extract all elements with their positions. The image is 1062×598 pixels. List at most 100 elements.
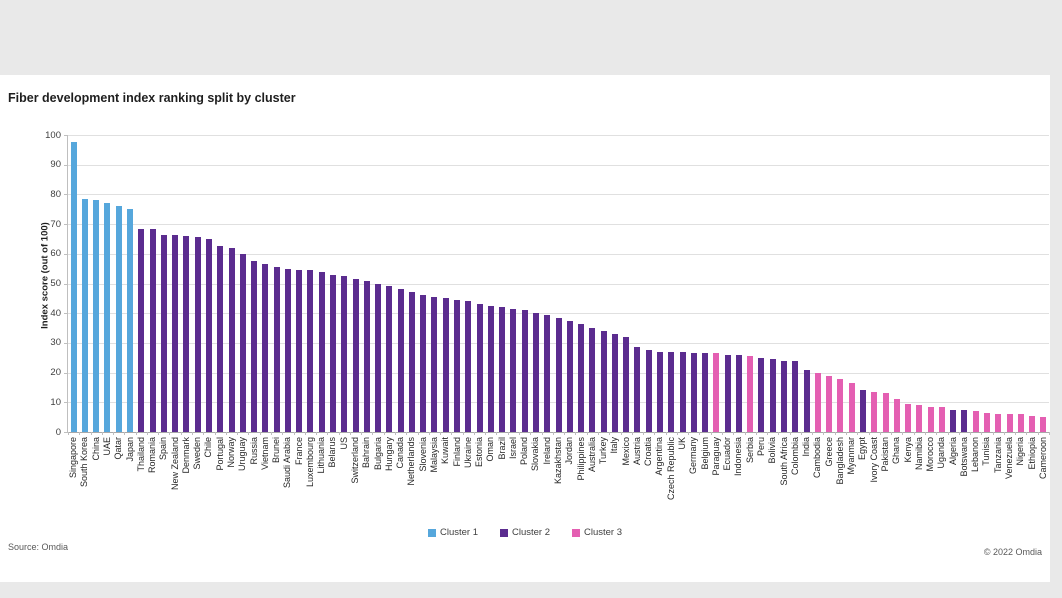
x-tick-mark	[1015, 432, 1016, 435]
x-tick-mark	[192, 432, 193, 435]
x-tick-mark	[496, 432, 497, 435]
gridline-40	[68, 313, 1049, 314]
x-tick-mark	[857, 432, 858, 435]
bar-bahrain	[364, 281, 370, 432]
x-label-kenya: Kenya	[903, 437, 913, 463]
legend-item-cluster-1: Cluster 1	[428, 527, 478, 538]
y-tick-mark-80	[64, 194, 68, 195]
x-label-czech-republic: Czech Republic	[666, 437, 676, 500]
bar-serbia	[747, 356, 753, 432]
source-note: Source: Omdia	[8, 542, 68, 552]
x-tick-mark	[666, 432, 667, 435]
bar-us	[341, 276, 347, 432]
bar-belgium	[702, 353, 708, 432]
bar-norway	[229, 248, 235, 432]
bar-nigeria	[1018, 414, 1024, 432]
y-tick-mark-60	[64, 254, 68, 255]
x-label-venezuela: Venezuela	[1004, 437, 1014, 479]
x-label-turkey: Turkey	[598, 437, 608, 464]
x-label-namibia: Namibia	[914, 437, 924, 470]
y-tick-mark-40	[64, 313, 68, 314]
x-label-luxembourg: Luxembourg	[305, 437, 315, 487]
gridline-60	[68, 254, 1049, 255]
x-tick-mark	[91, 432, 92, 435]
y-tick-label-90: 90	[31, 159, 61, 170]
x-tick-mark	[124, 432, 125, 435]
y-tick-label-100: 100	[31, 130, 61, 141]
x-tick-mark	[756, 432, 757, 435]
x-tick-mark	[654, 432, 655, 435]
x-tick-mark	[993, 432, 994, 435]
bar-luxembourg	[307, 270, 313, 432]
x-label-uae: UAE	[102, 437, 112, 456]
bar-india	[804, 370, 810, 432]
bar-singapore	[71, 142, 77, 432]
x-tick-mark	[609, 432, 610, 435]
bar-oman	[488, 306, 494, 432]
x-label-india: India	[801, 437, 811, 457]
bar-brazil	[499, 307, 505, 432]
page: Fiber development index ranking split by…	[0, 0, 1062, 598]
x-tick-mark	[948, 432, 949, 435]
x-tick-mark	[395, 432, 396, 435]
x-label-pakistan: Pakistan	[880, 437, 890, 472]
bar-israel	[510, 309, 516, 432]
x-label-botswana: Botswana	[959, 437, 969, 477]
x-tick-mark	[147, 432, 148, 435]
x-label-philippines: Philippines	[576, 437, 586, 481]
y-tick-label-0: 0	[31, 427, 61, 438]
legend-label: Cluster 1	[440, 527, 478, 538]
bar-mexico	[623, 337, 629, 432]
bar-ivory-coast	[871, 392, 877, 432]
x-label-argentina: Argentina	[654, 437, 664, 476]
x-label-jordan: Jordan	[564, 437, 574, 465]
bar-argentina	[657, 352, 663, 432]
bar-tanzania	[995, 414, 1001, 432]
y-tick-mark-50	[64, 284, 68, 285]
x-tick-mark	[260, 432, 261, 435]
y-tick-label-30: 30	[31, 337, 61, 348]
bar-denmark	[183, 236, 189, 432]
x-tick-mark	[226, 432, 227, 435]
bar-slovakia	[533, 313, 539, 432]
bar-colombia	[792, 361, 798, 432]
x-tick-mark	[767, 432, 768, 435]
x-tick-mark	[294, 432, 295, 435]
y-tick-mark-20	[64, 373, 68, 374]
bar-uganda	[939, 407, 945, 432]
bar-botswana	[961, 410, 967, 432]
x-tick-mark	[316, 432, 317, 435]
bar-thailand	[138, 229, 144, 432]
x-label-myanmar: Myanmar	[846, 437, 856, 475]
x-tick-mark	[271, 432, 272, 435]
x-label-russia: Russia	[249, 437, 259, 465]
x-label-uganda: Uganda	[936, 437, 946, 469]
bar-tunisia	[984, 413, 990, 432]
x-label-indonesia: Indonesia	[733, 437, 743, 476]
x-label-slovakia: Slovakia	[530, 437, 540, 471]
bar-myanmar	[849, 383, 855, 432]
bar-chile	[206, 239, 212, 432]
gridline-50	[68, 284, 1049, 285]
x-tick-mark	[542, 432, 543, 435]
bar-switzerland	[353, 279, 359, 432]
x-tick-mark	[869, 432, 870, 435]
x-tick-mark	[451, 432, 452, 435]
y-tick-mark-30	[64, 343, 68, 344]
copyright-note: © 2022 Omdia	[984, 547, 1042, 557]
x-label-finland: Finland	[452, 437, 462, 467]
bar-new-zealand	[172, 235, 178, 433]
x-tick-mark	[305, 432, 306, 435]
legend-swatch-icon	[572, 529, 580, 537]
x-label-japan: Japan	[125, 437, 135, 462]
chart-title: Fiber development index ranking split by…	[8, 91, 296, 105]
x-label-france: France	[294, 437, 304, 465]
x-label-denmark: Denmark	[181, 437, 191, 474]
x-label-croatia: Croatia	[643, 437, 653, 466]
bar-greece	[826, 376, 832, 432]
bar-poland	[522, 310, 528, 432]
x-tick-mark	[587, 432, 588, 435]
x-label-south-korea: South Korea	[79, 437, 89, 487]
bar-austria	[634, 347, 640, 432]
x-tick-mark	[891, 432, 892, 435]
